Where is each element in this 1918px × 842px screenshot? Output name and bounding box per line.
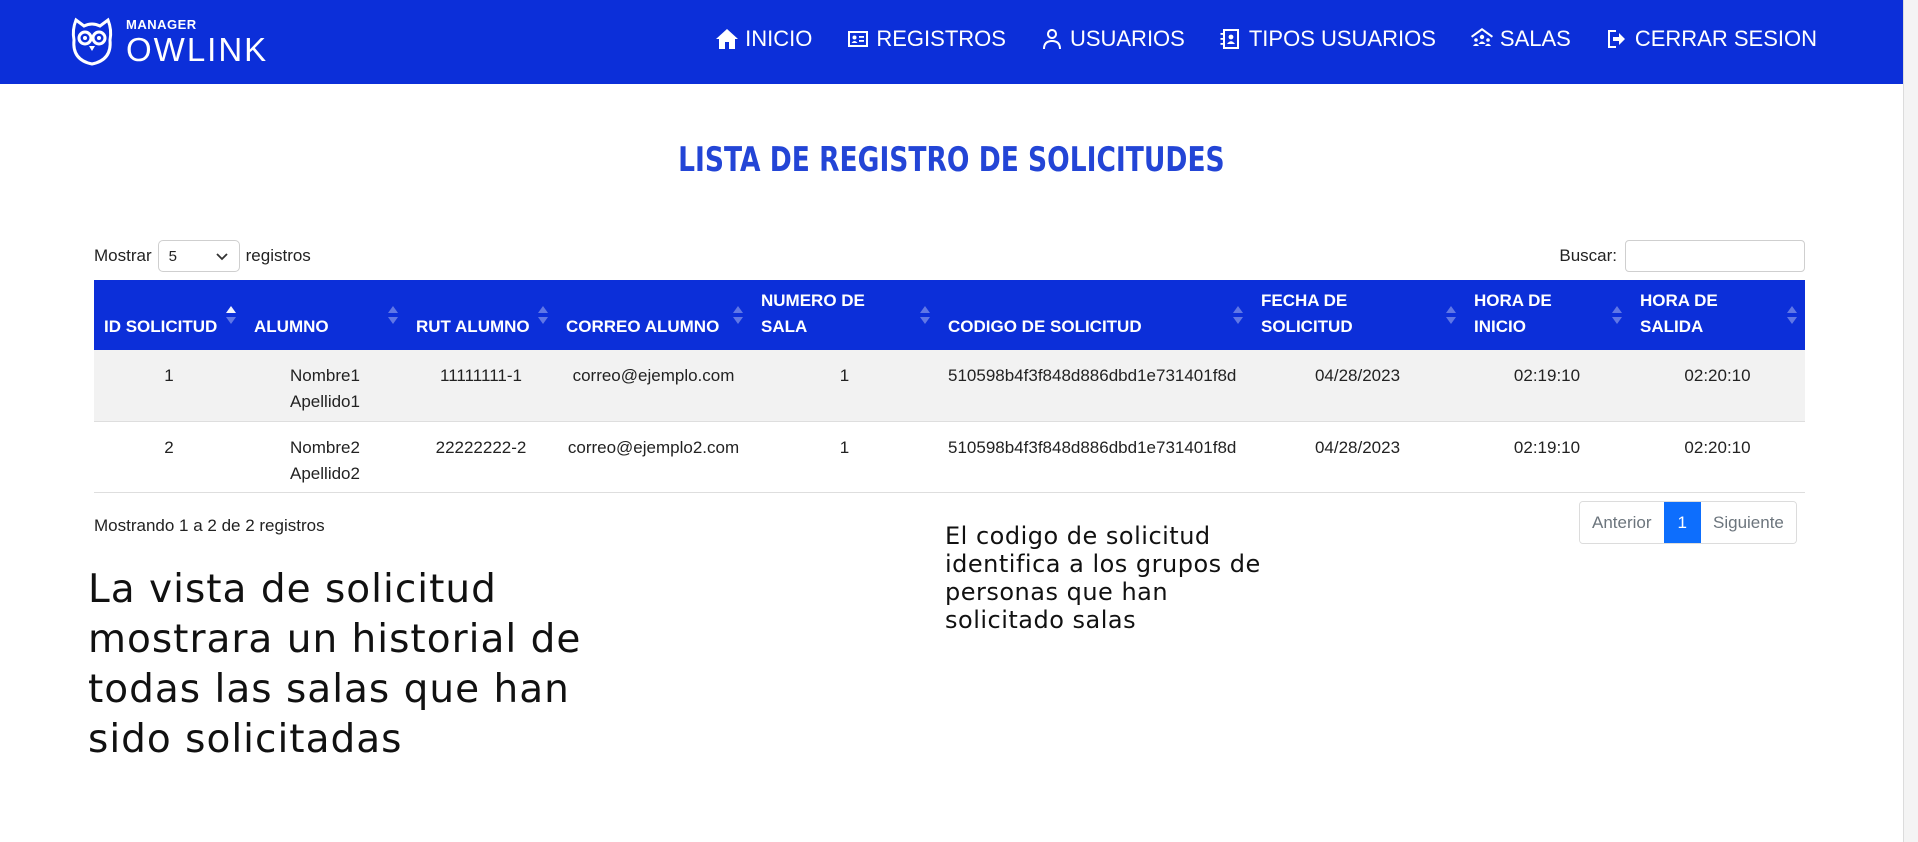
column-header[interactable]: FECHA DE SOLICITUD	[1251, 280, 1464, 350]
page-1-button[interactable]: 1	[1663, 502, 1701, 543]
contact-book-icon	[1220, 29, 1239, 49]
cell-alumno: Nombre1 Apellido1	[290, 366, 360, 411]
column-header-label: ID SOLICITUD	[104, 317, 218, 336]
cell-alumno: Nombre2 Apellido2	[290, 438, 360, 483]
brand-sub: MANAGER	[126, 17, 197, 32]
column-header[interactable]: NUMERO DE SALA	[751, 280, 938, 350]
column-header-label: HORA DE SALIDA	[1640, 291, 1718, 336]
logout-icon	[1607, 30, 1625, 48]
cell-correo: correo@ejemplo.com	[572, 366, 735, 385]
brand-logo[interactable]: MANAGER OWLINK	[70, 14, 268, 70]
page-length-control: Mostrar 5 registros	[94, 240, 311, 272]
column-header-label: HORA DE INICIO	[1474, 291, 1552, 336]
column-header-label: CORREO ALUMNO	[566, 317, 720, 336]
nav-usuarios[interactable]: USUARIOS	[1040, 26, 1185, 52]
sort-icon	[538, 306, 548, 326]
cell-hora-inicio: 02:19:10	[1513, 366, 1581, 385]
annotation-note-middle: El codigo de solicitud identifica a los …	[945, 522, 1261, 634]
column-header[interactable]: ALUMNO	[244, 280, 406, 350]
cell-sala: 1	[839, 366, 850, 385]
cell-hora-inicio: 02:19:10	[1513, 438, 1581, 457]
column-header-label: ALUMNO	[254, 317, 329, 336]
people-house-icon	[1470, 28, 1493, 46]
cell-id: 2	[164, 438, 174, 457]
sort-icon	[733, 306, 743, 326]
search-label: Buscar:	[1559, 246, 1617, 265]
cell-id: 1	[164, 366, 174, 385]
column-header[interactable]: ID SOLICITUD	[94, 280, 244, 350]
column-header[interactable]: CORREO ALUMNO	[556, 280, 751, 350]
page-title: LISTA DE REGISTRO DE SOLICITUDES	[678, 140, 1225, 180]
chevron-down-icon	[215, 253, 228, 261]
navbar: MANAGER OWLINK INICIO REGISTROS USUARIOS…	[0, 0, 1903, 84]
table-info: Mostrando 1 a 2 de 2 registros	[94, 516, 325, 535]
sort-asc-icon	[226, 306, 236, 326]
nav-label: CERRAR SESION	[1634, 26, 1817, 51]
cell-codigo: 510598b4f3f848d886dbd1e731401f8d	[948, 366, 1237, 385]
page: MANAGER OWLINK INICIO REGISTROS USUARIOS…	[0, 0, 1903, 842]
column-header[interactable]: HORA DE INICIO	[1464, 280, 1630, 350]
nav-tipos-usuarios[interactable]: TIPOS USUARIOS	[1219, 26, 1436, 52]
nav-label: INICIO	[745, 26, 813, 51]
cell-rut: 11111111-1	[440, 366, 522, 385]
show-suffix: registros	[245, 246, 311, 265]
pagination: Anterior 1 Siguiente	[1579, 501, 1797, 544]
cell-hora-salida: 02:20:10	[1684, 366, 1751, 385]
sort-icon	[1612, 306, 1622, 326]
column-header[interactable]: HORA DE SALIDA	[1630, 280, 1805, 350]
nav-cerrar-sesion[interactable]: CERRAR SESION	[1605, 26, 1817, 52]
table-row[interactable]: 2 Nombre2 Apellido2 22222222-2 correo@ej…	[94, 422, 1805, 493]
cell-rut: 22222222-2	[435, 438, 527, 457]
nav-label: SALAS	[1499, 26, 1571, 51]
column-header-label: FECHA DE SOLICITUD	[1261, 291, 1353, 336]
column-header[interactable]: CODIGO DE SOLICITUD	[938, 280, 1251, 350]
annotation-note-left: La vista de solicitud mostrara un histor…	[88, 567, 582, 762]
table-row[interactable]: 1 Nombre1 Apellido1 11111111-1 correo@ej…	[94, 350, 1805, 422]
nav-inicio[interactable]: INICIO	[715, 26, 812, 52]
page-length-select[interactable]: 5	[157, 240, 240, 272]
main-nav: INICIO REGISTROS USUARIOS TIPOS USUARIOS…	[715, 26, 1817, 52]
sort-icon	[920, 306, 930, 326]
page-length-value: 5	[168, 247, 177, 265]
cell-sala: 1	[839, 438, 850, 457]
prev-page-button[interactable]: Anterior	[1580, 502, 1664, 543]
owl-icon	[71, 17, 113, 66]
column-header-label: NUMERO DE SALA	[761, 291, 865, 336]
sort-icon	[1787, 306, 1797, 326]
search-input[interactable]	[1625, 240, 1805, 272]
show-prefix: Mostrar	[94, 246, 152, 265]
sort-icon	[1233, 306, 1243, 326]
scrollbar-track[interactable]	[1903, 0, 1918, 842]
cell-hora-salida: 02:20:10	[1684, 438, 1751, 457]
cell-fecha: 04/28/2023	[1314, 366, 1401, 385]
nav-label: USUARIOS	[1069, 26, 1185, 51]
table-header: ID SOLICITUD ALUMNO RUT ALUMNO CORREO AL…	[94, 280, 1805, 350]
id-card-icon	[848, 31, 869, 47]
sort-icon	[1446, 306, 1456, 326]
cell-correo: correo@ejemplo2.com	[567, 438, 740, 457]
search-control: Buscar:	[1559, 240, 1805, 272]
next-page-button[interactable]: Siguiente	[1701, 502, 1796, 543]
nav-label: TIPOS USUARIOS	[1248, 26, 1436, 51]
home-icon	[716, 29, 739, 49]
cell-fecha: 04/28/2023	[1314, 438, 1401, 457]
column-header[interactable]: RUT ALUMNO	[406, 280, 556, 350]
user-icon	[1042, 29, 1061, 49]
sort-icon	[388, 306, 398, 326]
cell-codigo: 510598b4f3f848d886dbd1e731401f8d	[948, 438, 1237, 457]
brand-name: OWLINK	[126, 31, 269, 68]
requests-table: ID SOLICITUD ALUMNO RUT ALUMNO CORREO AL…	[94, 280, 1805, 493]
column-header-label: CODIGO DE SOLICITUD	[948, 317, 1142, 336]
column-header-label: RUT ALUMNO	[416, 317, 530, 336]
nav-salas[interactable]: SALAS	[1470, 26, 1571, 52]
nav-label: REGISTROS	[876, 26, 1006, 51]
nav-registros[interactable]: REGISTROS	[846, 26, 1006, 52]
